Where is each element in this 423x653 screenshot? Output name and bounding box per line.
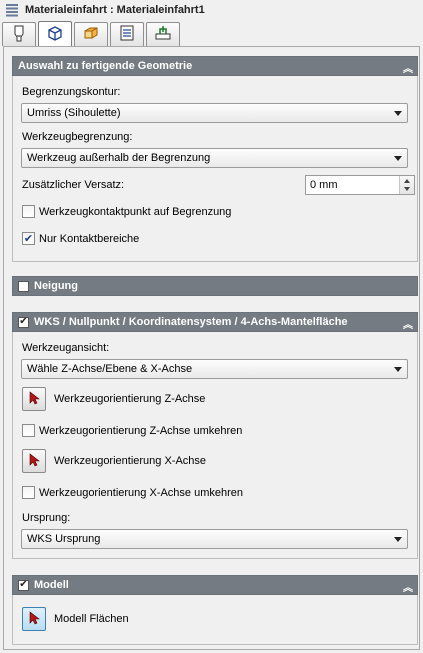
spin-down-icon[interactable] — [404, 187, 410, 191]
chevron-down-icon — [394, 367, 402, 372]
geometry-cube-icon — [46, 24, 64, 45]
tab-passes[interactable] — [110, 22, 144, 46]
spin-up-icon[interactable] — [404, 179, 410, 183]
collapse-icon[interactable]: ︽ — [403, 60, 413, 75]
neigung-section: Neigung — [12, 276, 418, 296]
window-titlebar: Materialeinfahrt : Materialeinfahrt1 — [0, 0, 423, 20]
wks-section-header[interactable]: ✔ WKS / Nullpunkt / Koordinatensystem / … — [12, 312, 418, 332]
tab-linking[interactable] — [146, 22, 180, 46]
heights-box-icon — [82, 24, 100, 45]
model-faces-pick-button[interactable] — [22, 607, 46, 631]
collapse-icon[interactable]: ︽ — [403, 579, 413, 594]
chevron-down-icon — [394, 156, 402, 161]
modell-checkbox[interactable]: ✔ — [18, 579, 29, 591]
collapse-icon[interactable]: ︽ — [403, 316, 413, 331]
spinner-buttons[interactable] — [399, 176, 414, 194]
contact-point-checkbox[interactable] — [22, 205, 35, 218]
z-axis-pick-button[interactable] — [22, 387, 46, 411]
x-flip-label: Werkzeugorientierung X-Achse umkehren — [39, 486, 244, 499]
x-flip-row[interactable]: Werkzeugorientierung X-Achse umkehren — [22, 486, 243, 499]
tool-boundary-select[interactable]: Werkzeug außerhalb der Begrenzung — [21, 148, 408, 168]
tab-strip — [2, 21, 182, 46]
z-flip-label: Werkzeugorientierung Z-Achse umkehren — [39, 424, 243, 437]
only-contact-label: Nur Kontaktbereiche — [39, 232, 140, 245]
tab-tool[interactable] — [2, 22, 36, 46]
window-title: Materialeinfahrt : Materialeinfahrt1 — [25, 4, 205, 16]
offset-value: 0 mm — [310, 179, 338, 191]
wks-section-body: Werkzeugansicht: Wähle Z-Achse/Ebene & X… — [12, 332, 418, 559]
origin-select-value: WKS Ursprung — [27, 533, 101, 545]
only-contact-row[interactable]: ✔ Nur Kontaktbereiche — [22, 232, 139, 245]
stack-icon — [4, 3, 20, 17]
boundary-select[interactable]: Umriss (Sihoulette) — [21, 103, 408, 123]
contact-point-label: Werkzeugkontaktpunkt auf Begrenzung — [39, 205, 232, 218]
x-flip-checkbox[interactable] — [22, 486, 35, 499]
modell-section-title: Modell — [34, 579, 69, 591]
tool-view-label: Werkzeugansicht: — [22, 342, 110, 354]
x-axis-label: Werkzeugorientierung X-Achse — [54, 455, 207, 467]
list-icon — [118, 24, 136, 45]
select-arrow-icon — [28, 610, 40, 628]
select-arrow-icon — [28, 390, 40, 408]
wks-section-title: WKS / Nullpunkt / Koordinatensystem / 4-… — [34, 316, 348, 328]
x-axis-pick-button[interactable] — [22, 449, 46, 473]
tool-boundary-select-value: Werkzeug außerhalb der Begrenzung — [27, 152, 211, 164]
chevron-down-icon — [394, 537, 402, 542]
modell-section: ✔ Modell ︽ Modell Flächen — [12, 575, 418, 645]
boundary-select-value: Umriss (Sihoulette) — [27, 107, 121, 119]
geometry-section-body: Begrenzungskontur: Umriss (Sihoulette) W… — [12, 76, 418, 262]
modell-section-header[interactable]: ✔ Modell ︽ — [12, 575, 418, 595]
modell-section-body: Modell Flächen — [12, 595, 418, 645]
z-flip-row[interactable]: Werkzeugorientierung Z-Achse umkehren — [22, 424, 242, 437]
boundary-label: Begrenzungskontur: — [22, 86, 121, 98]
tool-view-select-value: Wähle Z-Achse/Ebene & X-Achse — [27, 363, 193, 375]
select-arrow-icon — [28, 452, 40, 470]
chevron-down-icon — [394, 111, 402, 116]
offset-label: Zusätzlicher Versatz: — [22, 179, 125, 191]
z-axis-label: Werkzeugorientierung Z-Achse — [54, 393, 206, 405]
origin-select[interactable]: WKS Ursprung — [21, 529, 408, 549]
geometry-section-header[interactable]: Auswahl zu fertigende Geometrie ︽ — [12, 56, 418, 76]
model-faces-label: Modell Flächen — [54, 613, 129, 625]
offset-spinner[interactable]: 0 mm — [305, 175, 415, 195]
link-plane-icon — [154, 24, 172, 45]
tool-icon — [11, 24, 27, 45]
tool-boundary-label: Werkzeugbegrenzung: — [22, 131, 133, 143]
tab-heights[interactable] — [74, 22, 108, 46]
z-flip-checkbox[interactable] — [22, 424, 35, 437]
geometry-section-title: Auswahl zu fertigende Geometrie — [18, 60, 193, 72]
x-axis-row: Werkzeugorientierung X-Achse — [22, 449, 206, 473]
z-axis-row: Werkzeugorientierung Z-Achse — [22, 387, 205, 411]
neigung-section-title: Neigung — [34, 280, 78, 292]
origin-label: Ursprung: — [22, 512, 71, 524]
only-contact-checkbox[interactable]: ✔ — [22, 232, 35, 245]
neigung-section-header[interactable]: Neigung — [12, 276, 418, 296]
geometry-section: Auswahl zu fertigende Geometrie ︽ Begren… — [12, 56, 418, 262]
contact-point-row[interactable]: Werkzeugkontaktpunkt auf Begrenzung — [22, 205, 231, 218]
tab-geometry[interactable] — [38, 21, 72, 46]
wks-checkbox[interactable]: ✔ — [18, 316, 29, 328]
main-panel: Auswahl zu fertigende Geometrie ︽ Begren… — [3, 46, 420, 650]
model-faces-row: Modell Flächen — [22, 607, 129, 631]
wks-section: ✔ WKS / Nullpunkt / Koordinatensystem / … — [12, 312, 418, 559]
neigung-checkbox[interactable] — [18, 280, 29, 292]
tool-view-select[interactable]: Wähle Z-Achse/Ebene & X-Achse — [21, 359, 408, 379]
